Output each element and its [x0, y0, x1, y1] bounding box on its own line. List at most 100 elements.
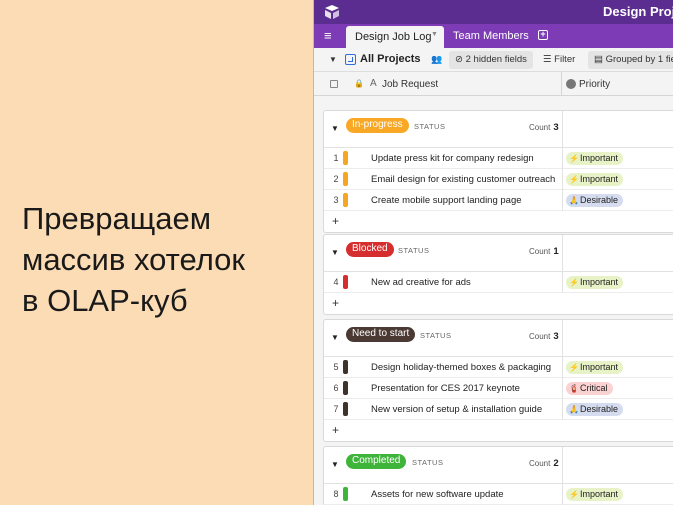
- add-record-row[interactable]: +: [324, 211, 673, 232]
- priority-tag[interactable]: ⚡Important: [566, 361, 624, 374]
- add-record-icon[interactable]: +: [332, 423, 339, 437]
- select-all-checkbox[interactable]: [330, 80, 338, 88]
- priority-tag[interactable]: 🙏Desirable: [566, 403, 624, 416]
- view-name[interactable]: All Projects: [360, 53, 421, 65]
- status-badge: Completed: [346, 454, 407, 469]
- column-divider: [562, 148, 563, 169]
- group-header[interactable]: ▼ Need to start STATUS Count 3: [324, 320, 673, 357]
- priority-critical-icon: 🧯: [569, 384, 579, 393]
- slide-heading: Превращаем массив хотелок в OLAP-куб: [22, 198, 307, 321]
- group-header[interactable]: ▼ In-progress STATUS Count 3: [324, 111, 673, 148]
- single-select-icon: [566, 79, 576, 89]
- column-header-job-request[interactable]: Job Request: [382, 79, 438, 90]
- group-count-value: 3: [553, 331, 559, 342]
- priority-important-icon: ⚡: [569, 154, 579, 163]
- group-count-label: Count: [529, 459, 551, 468]
- priority-tag[interactable]: ⚡Important: [566, 152, 624, 165]
- collapse-group-icon[interactable]: ▼: [331, 333, 339, 342]
- group-field-label: STATUS: [414, 122, 446, 131]
- collapse-group-icon[interactable]: ▼: [331, 460, 339, 469]
- row-number: 4: [333, 277, 339, 287]
- filter-button[interactable]: ☰ Filter: [543, 54, 575, 65]
- priority-important-icon: ⚡: [569, 175, 579, 184]
- job-request-cell[interactable]: Email design for existing customer outre…: [371, 174, 555, 185]
- column-divider[interactable]: [561, 72, 562, 96]
- row-number: 2: [333, 174, 339, 184]
- job-request-cell[interactable]: New version of setup & installation guid…: [371, 404, 542, 415]
- column-divider: [562, 111, 563, 147]
- column-header-priority[interactable]: Priority: [579, 79, 610, 90]
- job-request-cell[interactable]: Design holiday-themed boxes & packaging: [371, 362, 551, 373]
- slide-heading-line-1: Превращаем: [22, 201, 212, 236]
- group-count: Count 3: [529, 331, 559, 342]
- priority-tag[interactable]: ⚡Important: [566, 173, 624, 186]
- group-field-label: STATUS: [412, 458, 444, 467]
- add-record-icon[interactable]: +: [332, 214, 339, 228]
- add-record-row[interactable]: +: [324, 293, 673, 314]
- chevron-down-icon[interactable]: ▼: [431, 31, 438, 38]
- add-record-row[interactable]: +: [324, 420, 673, 441]
- priority-tag[interactable]: 🙏Desirable: [566, 194, 624, 207]
- eye-slash-icon: ⊘: [455, 54, 466, 65]
- job-request-cell[interactable]: New ad creative for ads: [371, 277, 471, 288]
- menu-icon[interactable]: ≡: [324, 28, 332, 43]
- table-row[interactable]: 4 New ad creative for ads ⚡Important: [324, 272, 673, 293]
- priority-tag[interactable]: ⚡Important: [566, 488, 624, 501]
- hidden-fields-button[interactable]: ⊘ 2 hidden fields: [449, 51, 533, 69]
- add-table-icon[interactable]: +: [538, 30, 548, 40]
- tab-design-job-log[interactable]: Design Job Log ▼: [346, 26, 444, 48]
- group-count: Count 1: [529, 246, 559, 257]
- row-color-indicator: [343, 193, 348, 207]
- column-divider: [562, 190, 563, 211]
- group-field-label: STATUS: [398, 246, 430, 255]
- group-header[interactable]: ▼ Completed STATUS Count 2: [324, 447, 673, 484]
- tab-team-members[interactable]: Team Members: [453, 30, 529, 42]
- collapse-group-icon[interactable]: ▼: [331, 124, 339, 133]
- add-record-icon[interactable]: +: [332, 296, 339, 310]
- group-header[interactable]: ▼ Blocked STATUS Count 1: [324, 235, 673, 272]
- priority-tag[interactable]: ⚡Important: [566, 276, 624, 289]
- people-icon: 👥: [431, 54, 443, 64]
- tab-label: Design Job Log: [355, 31, 432, 43]
- column-divider: [562, 320, 563, 356]
- table-row[interactable]: 2 Email design for existing customer outr…: [324, 169, 673, 190]
- text-field-icon: A: [370, 78, 377, 89]
- row-color-indicator: [343, 172, 348, 186]
- column-divider: [562, 484, 563, 505]
- table-row[interactable]: 5 Design holiday-themed boxes & packaging…: [324, 357, 673, 378]
- priority-label: Critical: [580, 383, 608, 393]
- collapse-sidebar-icon[interactable]: ▼: [329, 55, 337, 64]
- collapse-group-icon[interactable]: ▼: [331, 248, 339, 257]
- table-row[interactable]: 8 Assets for new software update ⚡Importan…: [324, 484, 673, 505]
- filter-label: Filter: [554, 54, 576, 65]
- row-color-indicator: [343, 151, 348, 165]
- priority-tag[interactable]: 🧯Critical: [566, 382, 613, 395]
- table-row[interactable]: 3 Create mobile support landing page 🙏Desi…: [324, 190, 673, 211]
- row-number: 1: [333, 153, 339, 163]
- job-request-cell[interactable]: Presentation for CES 2017 keynote: [371, 383, 520, 394]
- row-color-indicator: [343, 360, 348, 374]
- view-bar: ▼ All Projects 👥 ⊘ 2 hidden fields ☰ Fil…: [314, 48, 673, 72]
- job-request-cell[interactable]: Create mobile support landing page: [371, 195, 522, 206]
- airtable-logo-icon[interactable]: [324, 4, 340, 20]
- group-icon: ▤: [594, 54, 606, 65]
- row-color-indicator: [343, 275, 348, 289]
- priority-label: Important: [580, 277, 619, 287]
- table-row[interactable]: 1 Update press kit for company redesign ⚡I…: [324, 148, 673, 169]
- status-badge: In-progress: [346, 118, 409, 133]
- column-divider: [562, 235, 563, 271]
- priority-important-icon: ⚡: [569, 363, 579, 372]
- job-request-cell[interactable]: Assets for new software update: [371, 489, 504, 500]
- group-field-label: STATUS: [420, 331, 452, 340]
- group-label: Grouped by 1 fie: [605, 54, 673, 65]
- job-request-cell[interactable]: Update press kit for company redesign: [371, 153, 534, 164]
- table-row[interactable]: 6 Presentation for CES 2017 keynote 🧯Criti…: [324, 378, 673, 399]
- row-number: 5: [333, 362, 339, 372]
- priority-label: Important: [580, 174, 619, 184]
- base-title[interactable]: Design Proje: [603, 4, 673, 19]
- group-button[interactable]: ▤ Grouped by 1 fie: [588, 51, 673, 69]
- priority-desirable-icon: 🙏: [569, 405, 579, 414]
- group-blocked: ▼ Blocked STATUS Count 1 4 New ad creative for…: [323, 234, 673, 315]
- hidden-fields-label: 2 hidden fields: [465, 54, 527, 65]
- table-row[interactable]: 7 New version of setup & installation gui…: [324, 399, 673, 420]
